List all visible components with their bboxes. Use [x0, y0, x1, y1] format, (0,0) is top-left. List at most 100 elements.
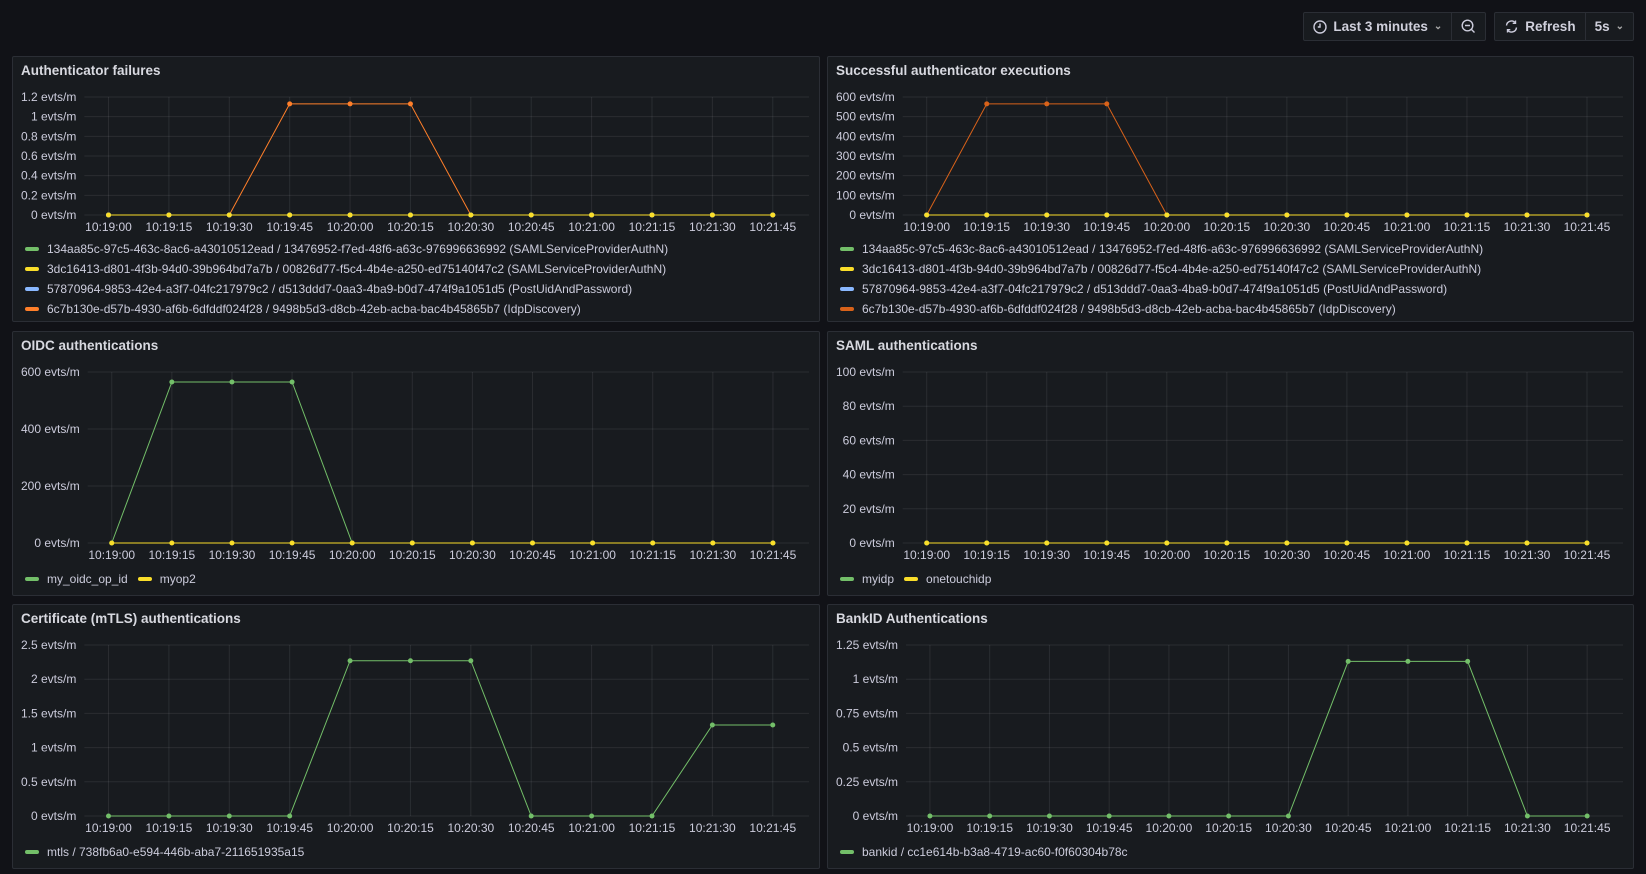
y-tick-label: 1 evts/m: [31, 741, 76, 755]
series: [106, 101, 776, 218]
data-point: [1524, 813, 1530, 819]
y-tick-label: 20 evts/m: [843, 502, 895, 516]
x-tick-label: 10:20:45: [1324, 548, 1371, 562]
x-tick-label: 10:21:30: [1504, 220, 1551, 234]
x-tick-label: 10:20:15: [389, 548, 436, 562]
data-point: [528, 212, 534, 218]
y-tick-label: 100 evts/m: [836, 365, 895, 379]
data-point: [1584, 212, 1590, 218]
x-tick-label: 10:20:15: [387, 821, 434, 835]
series-line: [111, 381, 773, 544]
x-tick-label: 10:19:15: [146, 821, 193, 835]
panel-title[interactable]: SAML authentications: [828, 332, 1633, 362]
data-point: [1104, 101, 1110, 107]
data-point: [770, 722, 776, 728]
legend-item[interactable]: 6c7b130e-d57b-4930-af6b-6dfddf024f28 / 9…: [25, 299, 807, 319]
data-point: [1106, 813, 1112, 819]
legend-item[interactable]: onetouchidp: [904, 569, 991, 589]
y-tick-label: 1.5 evts/m: [21, 706, 76, 720]
x-tick-label: 10:19:00: [85, 220, 132, 234]
data-point: [1164, 212, 1170, 218]
data-point: [1285, 813, 1291, 819]
legend-swatch-icon: [840, 247, 854, 251]
legend-item[interactable]: 134aa85c-97c5-463c-8ac6-a43010512ead / 1…: [25, 239, 807, 259]
data-point: [349, 540, 355, 546]
y-tick-label: 0.5 evts/m: [843, 741, 898, 755]
zoom-out-button[interactable]: [1451, 13, 1485, 40]
x-tick-label: 10:20:15: [387, 220, 434, 234]
legend-swatch-icon: [25, 247, 39, 251]
x-tick-label: 10:21:00: [1384, 220, 1431, 234]
data-point: [1404, 540, 1410, 546]
legend-item[interactable]: 6c7b130e-d57b-4930-af6b-6dfddf024f28 / 9…: [840, 299, 1621, 319]
legend-swatch-icon: [25, 577, 39, 581]
data-point: [468, 212, 474, 218]
data-point: [1524, 212, 1530, 218]
x-tick-label: 10:20:15: [1203, 548, 1250, 562]
panel-title[interactable]: OIDC authentications: [13, 332, 819, 362]
refresh-interval-picker[interactable]: 5s ⌄: [1584, 13, 1633, 40]
data-point: [1166, 813, 1172, 819]
data-point: [409, 540, 415, 546]
x-tick-label: 10:21:00: [568, 220, 615, 234]
legend: 134aa85c-97c5-463c-8ac6-a43010512ead / 1…: [13, 237, 819, 321]
data-point: [468, 658, 474, 664]
y-tick-label: 600 evts/m: [836, 90, 895, 104]
legend-item[interactable]: 57870964-9853-42e4-a3f7-04fc217979c2 / d…: [25, 279, 807, 299]
chart-area: 0 evts/m 100 evts/m 200 evts/m 300 evts/m 40…: [828, 87, 1633, 237]
legend-label: 3dc16413-d801-4f3b-94d0-39b964bd7a7b / 0…: [47, 262, 667, 276]
x-tick-label: 10:19:15: [146, 220, 193, 234]
line-chart: 0 evts/m 200 evts/m 400 evts/m 600 evts/m 10…: [21, 365, 809, 562]
x-tick-label: 10:20:15: [1203, 220, 1250, 234]
y-tick-label: 2.5 evts/m: [21, 638, 76, 652]
panel-title[interactable]: Successful authenticator executions: [828, 57, 1633, 87]
data-point: [649, 212, 655, 218]
x-tick-label: 10:21:15: [629, 821, 676, 835]
data-point: [407, 658, 413, 664]
refresh-button[interactable]: Refresh: [1495, 13, 1584, 40]
data-point: [169, 540, 175, 546]
x-tick-label: 10:21:15: [629, 220, 676, 234]
line-chart: 0 evts/m 0.2 evts/m 0.4 evts/m 0.6 evts/m 0.…: [21, 90, 809, 234]
chevron-down-icon: ⌄: [1433, 21, 1443, 32]
y-tick-label: 0.2 evts/m: [21, 188, 76, 202]
legend-item[interactable]: mtls / 738fb6a0-e594-446b-aba7-211651935…: [25, 842, 304, 862]
line-chart: 0 evts/m 100 evts/m 200 evts/m 300 evts/m 40…: [836, 90, 1623, 234]
data-point: [1345, 658, 1351, 664]
legend-item[interactable]: myop2: [137, 569, 196, 589]
data-point: [166, 212, 172, 218]
clock-icon: [1313, 19, 1328, 34]
data-point: [924, 212, 930, 218]
legend-item[interactable]: bankid / cc1e614b-b3a8-4719-ac60-f0f6030…: [840, 842, 1128, 862]
series: [924, 101, 1590, 218]
x-tick-label: 10:19:45: [269, 548, 316, 562]
legend-item[interactable]: 57870964-9853-42e4-a3f7-04fc217979c2 / d…: [840, 279, 1621, 299]
series-line: [926, 103, 1587, 216]
legend-item[interactable]: 134aa85c-97c5-463c-8ac6-a43010512ead / 1…: [840, 239, 1621, 259]
data-point: [528, 813, 534, 819]
data-point: [1584, 813, 1590, 819]
panel-title[interactable]: BankID Authentications: [828, 605, 1633, 635]
x-tick-label: 10:20:15: [1205, 821, 1252, 835]
chart-area: 0 evts/m 20 evts/m 40 evts/m 60 evts/m 80 ev…: [828, 362, 1633, 565]
data-point: [710, 540, 716, 546]
x-tick-label: 10:21:30: [1504, 821, 1551, 835]
legend-item[interactable]: 3dc16413-d801-4f3b-94d0-39b964bd7a7b / 0…: [25, 259, 807, 279]
legend-swatch-icon: [840, 267, 854, 271]
series: [106, 212, 776, 218]
x-tick-label: 10:20:00: [327, 220, 374, 234]
legend-item[interactable]: 3dc16413-d801-4f3b-94d0-39b964bd7a7b / 0…: [840, 259, 1621, 279]
y-tick-label: 0.8 evts/m: [21, 129, 76, 143]
data-point: [229, 540, 235, 546]
legend-item[interactable]: myidp: [840, 569, 894, 589]
time-range-picker[interactable]: Last 3 minutes ⌄: [1304, 13, 1451, 40]
legend-item[interactable]: my_oidc_op_id: [25, 569, 128, 589]
panel-title[interactable]: Certificate (mTLS) authentications: [13, 605, 819, 635]
panel-title[interactable]: Authenticator failures: [13, 57, 819, 87]
data-point: [287, 101, 293, 107]
x-tick-label: 10:21:15: [629, 548, 676, 562]
data-point: [287, 212, 293, 218]
x-tick-label: 10:21:45: [1564, 821, 1611, 835]
x-tick-label: 10:20:45: [509, 548, 556, 562]
legend-swatch-icon: [840, 850, 854, 854]
